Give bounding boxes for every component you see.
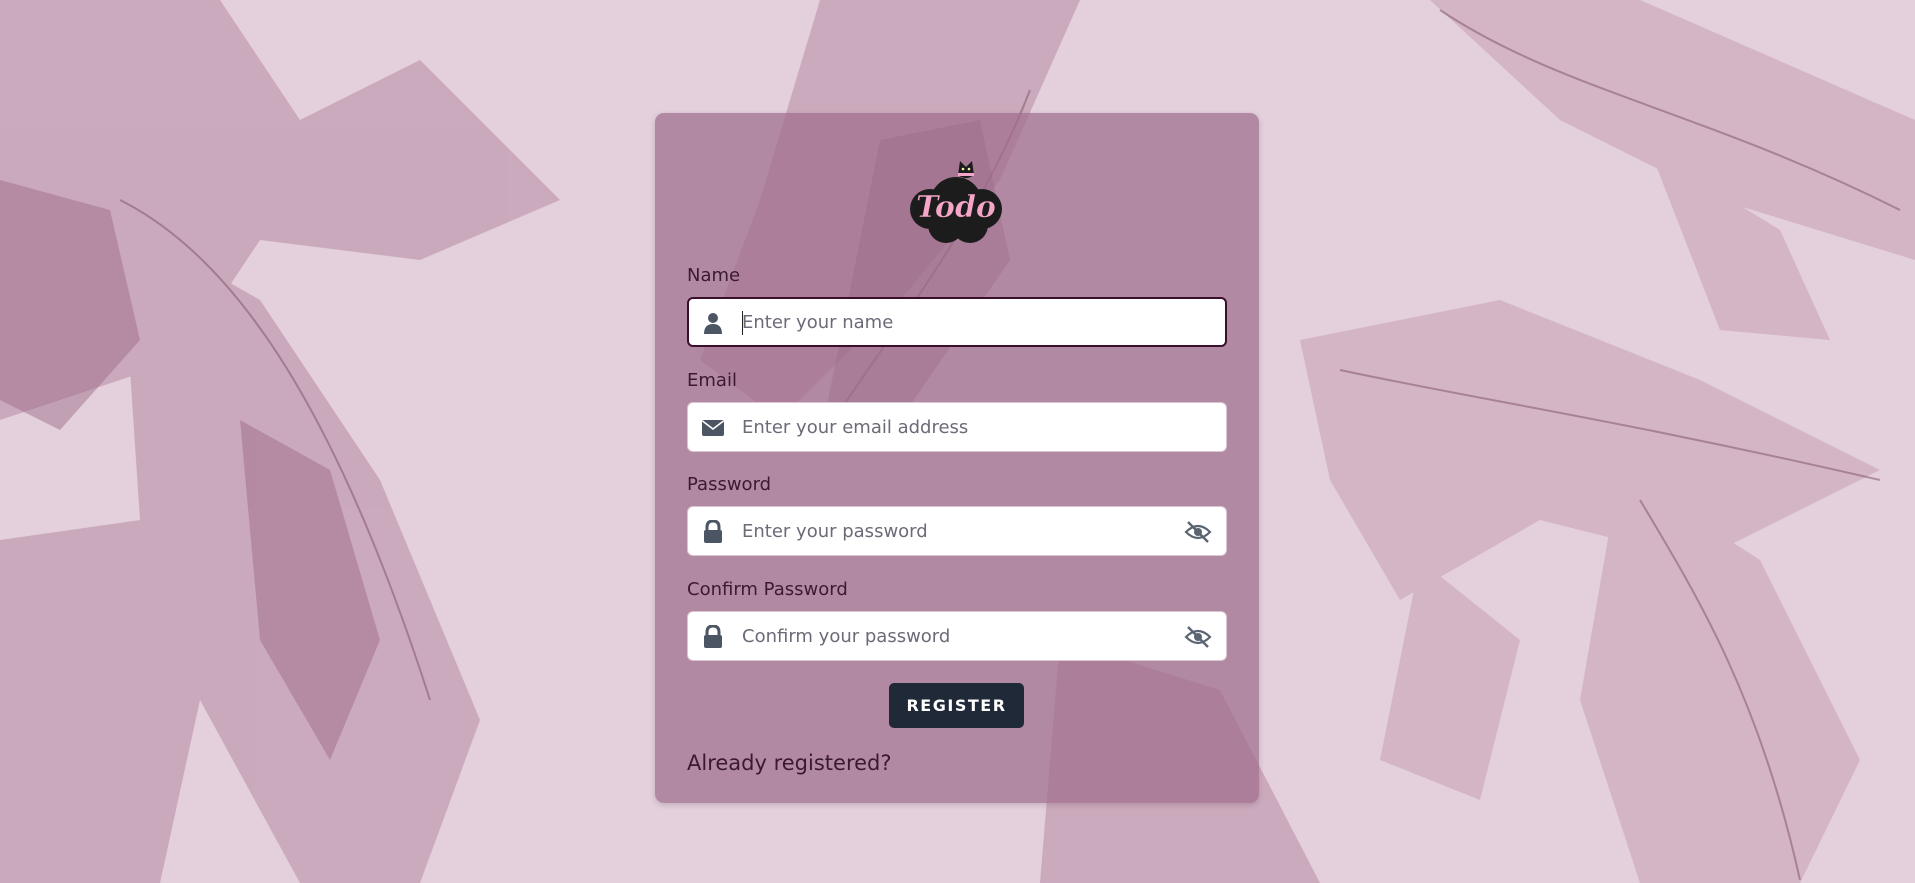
email-label: Email — [687, 370, 737, 391]
confirm-password-input[interactable] — [742, 612, 1162, 660]
lock-icon — [704, 625, 722, 648]
password-label: Password — [687, 474, 772, 495]
logo-text: Todo — [916, 190, 996, 225]
eye-slash-icon[interactable] — [1184, 625, 1212, 649]
cat-cloud-logo: Todo — [910, 161, 1002, 243]
name-field — [687, 297, 1227, 347]
confirm-password-label: Confirm Password — [687, 579, 848, 600]
lock-icon — [704, 520, 722, 543]
name-input[interactable] — [742, 299, 1162, 345]
already-registered-link[interactable]: Already registered? — [687, 751, 892, 775]
email-field — [687, 402, 1227, 452]
password-field — [687, 506, 1227, 556]
name-label: Name — [687, 265, 741, 286]
envelope-icon — [702, 420, 724, 436]
email-input[interactable] — [742, 403, 1162, 451]
eye-slash-icon[interactable] — [1184, 520, 1212, 544]
password-input[interactable] — [742, 507, 1162, 555]
register-card: Todo Name Email Password Confirm — [655, 113, 1259, 803]
user-icon — [704, 313, 722, 334]
text-caret — [742, 311, 743, 335]
register-button[interactable]: REGISTER — [889, 683, 1024, 728]
confirm-password-field — [687, 611, 1227, 661]
